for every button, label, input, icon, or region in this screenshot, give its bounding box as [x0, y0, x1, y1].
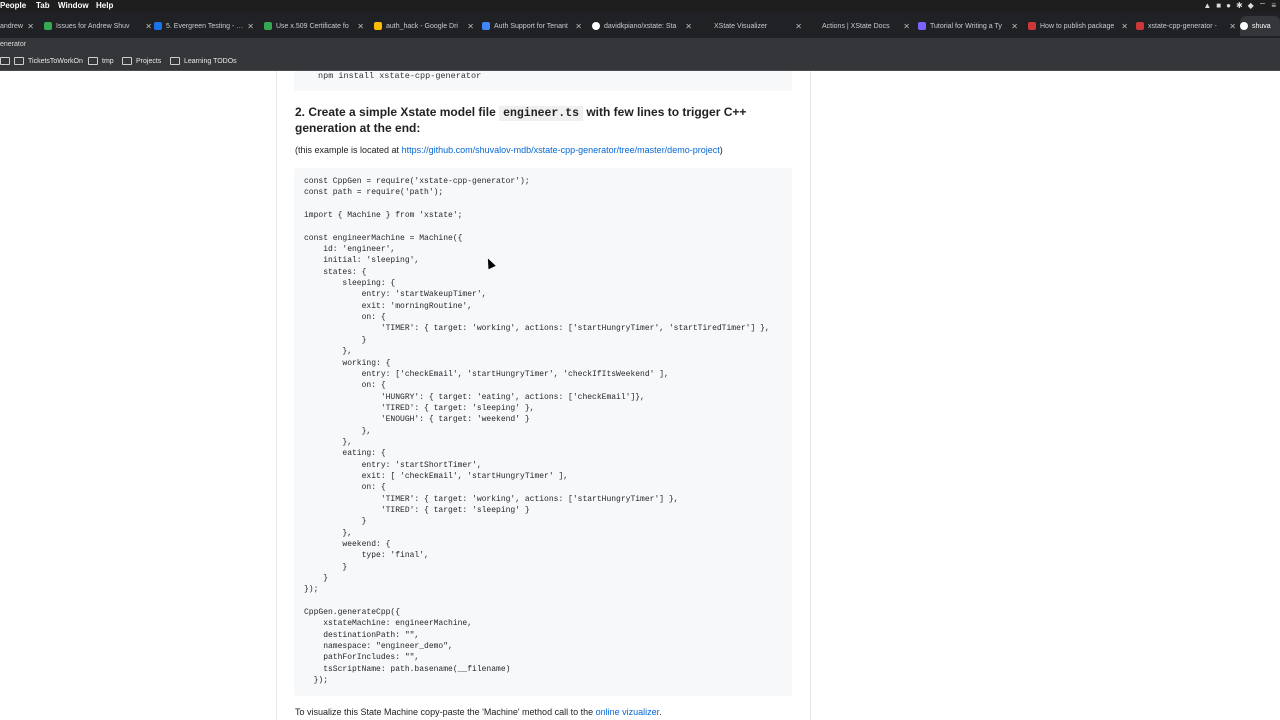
bookmark-tmp[interactable]: tmp [88, 57, 114, 65]
close-icon[interactable]: ✕ [903, 22, 910, 31]
menu-tab[interactable]: Tab [36, 1, 50, 10]
folder-icon [88, 57, 98, 65]
github-icon [592, 22, 600, 30]
close-icon[interactable]: ✕ [575, 22, 582, 31]
tab-title: 5. Evergreen Testing - … [166, 22, 244, 30]
menu-people[interactable]: People [0, 1, 26, 10]
address-text: enerator [0, 41, 27, 48]
tab-favicon-icon [702, 22, 710, 30]
tab-title: Use x.509 Certificate fo [276, 22, 349, 30]
tab-title: How to publish package [1040, 22, 1115, 30]
browser-tab[interactable]: Issues for Andrew Shuv ✕ [44, 16, 154, 36]
online-visualizer-link[interactable]: online vizualizer [596, 707, 660, 717]
browser-tab-active[interactable]: shuva [1240, 16, 1280, 36]
bookmark-item[interactable] [0, 57, 14, 65]
github-icon [1240, 22, 1248, 30]
tab-favicon-icon [1136, 22, 1144, 30]
bookmark-label: TicketsToWorkOn [28, 57, 83, 65]
status-icon[interactable]: ● [1226, 1, 1231, 11]
tab-title: xstate-cpp-generator - [1148, 22, 1217, 30]
folder-icon [170, 57, 180, 65]
close-icon[interactable]: ✕ [357, 22, 364, 31]
browser-tab[interactable]: andrew ✕ [0, 16, 36, 36]
install-code-block: npm install xstate-cpp-generator [294, 71, 792, 91]
close-icon[interactable]: ✕ [247, 22, 254, 31]
address-bar[interactable]: enerator [0, 38, 1280, 54]
demo-project-link[interactable]: https://github.com/shuvalov-mdb/xstate-c… [402, 145, 720, 155]
heading-code: engineer.ts [499, 106, 584, 121]
page-content: npm install xstate-cpp-generator 2. Crea… [0, 71, 1280, 720]
browser-tab-strip: andrew ✕ Issues for Andrew Shuv ✕ 5. Eve… [0, 12, 1280, 38]
close-icon[interactable]: ✕ [467, 22, 474, 31]
browser-tab[interactable]: XState Visualizer ✕ [702, 16, 804, 36]
tab-title: Actions | XState Docs [822, 22, 890, 30]
tab-title: Auth Support for Tenant [494, 22, 568, 30]
note-text: . [659, 707, 662, 717]
browser-tab[interactable]: Auth Support for Tenant ✕ [482, 16, 584, 36]
mac-menubar: People Tab Window Help ▲ ■ ● ✱ ◆ ⌔ ≡ [0, 0, 1280, 12]
folder-icon [122, 57, 132, 65]
close-icon[interactable]: ✕ [27, 22, 34, 31]
bluetooth-icon[interactable]: ✱ [1236, 1, 1243, 11]
note-text: (this example is located at [295, 145, 402, 155]
bookmark-learning-todos[interactable]: Learning TODOs [170, 57, 237, 65]
browser-tab[interactable]: auth_hack - Google Dri ✕ [374, 16, 476, 36]
bookmark-label: Learning TODOs [184, 57, 237, 65]
close-icon[interactable]: ✕ [795, 22, 802, 31]
tab-favicon-icon [44, 22, 52, 30]
tab-favicon-icon [918, 22, 926, 30]
tab-title: auth_hack - Google Dri [386, 22, 458, 30]
tab-favicon-icon [482, 22, 490, 30]
tab-title: andrew [0, 22, 23, 30]
content-border-left [276, 71, 277, 720]
code-block: const CppGen = require('xstate-cpp-gener… [294, 168, 792, 696]
status-icon[interactable]: ■ [1216, 1, 1221, 11]
example-location-note: (this example is located at https://gith… [295, 145, 723, 155]
browser-tab[interactable]: davidkpiano/xstate: Sta ✕ [592, 16, 694, 36]
tab-title: shuva [1252, 22, 1271, 30]
install-command: npm install xstate-cpp-generator [318, 71, 482, 81]
menu-help[interactable]: Help [96, 1, 113, 10]
tab-favicon-icon [264, 22, 272, 30]
folder-icon [0, 57, 10, 65]
section-heading: 2. Create a simple Xstate model file eng… [295, 105, 795, 136]
tab-favicon-icon [374, 22, 382, 30]
content-border-right [810, 71, 811, 720]
tab-favicon-icon [154, 22, 162, 30]
browser-tab[interactable]: Tutorial for Writing a Ty ✕ [918, 16, 1020, 36]
bookmarks-bar: TicketsToWorkOn tmp Projects Learning TO… [0, 54, 1280, 71]
browser-tab[interactable]: How to publish package ✕ [1028, 16, 1130, 36]
tab-title: XState Visualizer [714, 22, 768, 30]
control-center-icon[interactable]: ≡ [1271, 1, 1276, 11]
tab-favicon-icon [1028, 22, 1036, 30]
system-tray: ▲ ■ ● ✱ ◆ ⌔ ≡ [1203, 1, 1276, 11]
wifi-icon[interactable]: ⌔ [1259, 1, 1267, 11]
folder-icon [14, 57, 24, 65]
note-text: ) [719, 145, 723, 155]
close-icon[interactable]: ✕ [1229, 22, 1236, 31]
close-icon[interactable]: ✕ [685, 22, 692, 31]
close-icon[interactable]: ✕ [1011, 22, 1018, 31]
tab-title: Issues for Andrew Shuv [56, 22, 130, 30]
bookmark-label: tmp [102, 57, 114, 65]
close-icon[interactable]: ✕ [145, 22, 152, 31]
status-icon[interactable]: ◆ [1248, 1, 1254, 11]
menu-window[interactable]: Window [58, 1, 89, 10]
note-text: To visualize this State Machine copy-pas… [295, 707, 596, 717]
tab-favicon-icon [810, 22, 818, 30]
browser-tab[interactable]: xstate-cpp-generator - ✕ [1136, 16, 1238, 36]
bookmark-projects[interactable]: Projects [122, 57, 161, 65]
heading-text: 2. Create a simple Xstate model file [295, 105, 500, 119]
browser-tab[interactable]: 5. Evergreen Testing - … ✕ [154, 16, 256, 36]
bookmark-label: Projects [136, 57, 162, 65]
tab-title: davidkpiano/xstate: Sta [604, 22, 677, 30]
visualize-note: To visualize this State Machine copy-pas… [295, 707, 662, 717]
status-icon[interactable]: ▲ [1203, 1, 1211, 11]
browser-tab[interactable]: Actions | XState Docs ✕ [810, 16, 912, 36]
close-icon[interactable]: ✕ [1121, 22, 1128, 31]
code-content[interactable]: const CppGen = require('xstate-cpp-gener… [304, 176, 770, 686]
browser-tab[interactable]: Use x.509 Certificate fo ✕ [264, 16, 366, 36]
tab-title: Tutorial for Writing a Ty [930, 22, 1002, 30]
bookmark-ticketstoworkon[interactable]: TicketsToWorkOn [14, 57, 83, 65]
